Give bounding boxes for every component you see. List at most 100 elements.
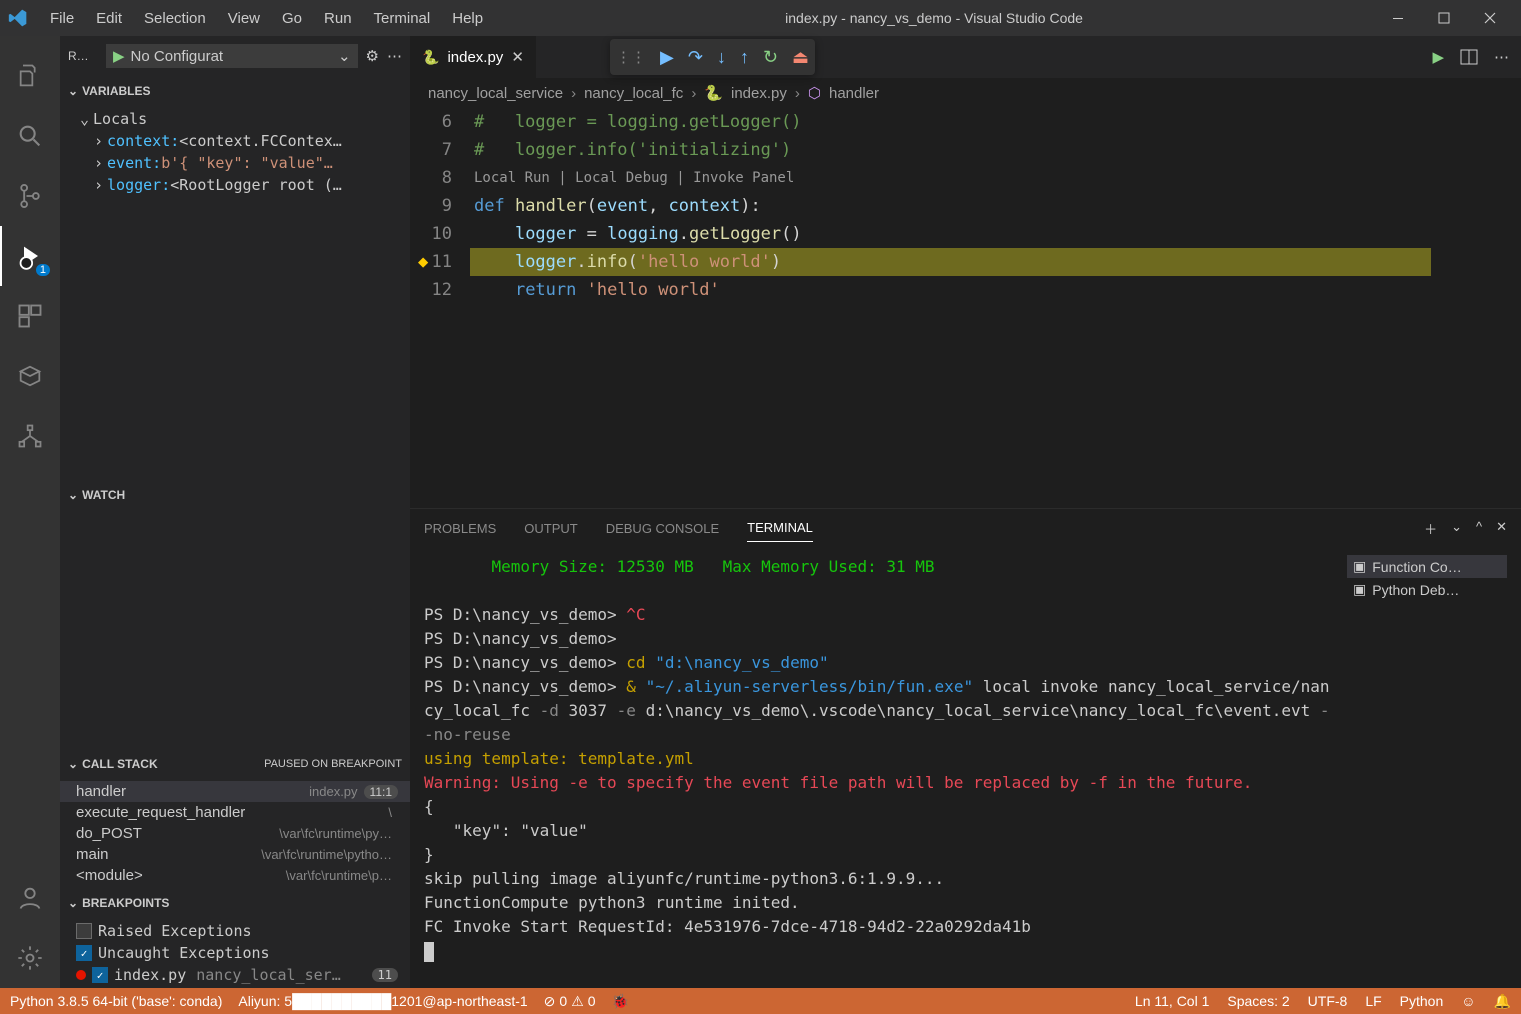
sb-problems[interactable]: ⊘0 ⚠0 <box>544 993 596 1010</box>
activity-search[interactable] <box>0 106 60 166</box>
breadcrumb-item[interactable]: nancy_local_fc <box>584 85 683 102</box>
activity-source-control[interactable] <box>0 166 60 226</box>
sb-eol[interactable]: LF <box>1365 993 1381 1010</box>
breadcrumb-item[interactable]: handler <box>829 85 879 102</box>
menu-edit[interactable]: Edit <box>86 6 132 31</box>
sb-encoding[interactable]: UTF-8 <box>1308 993 1348 1010</box>
gutter[interactable]: 6 7 8 9 10 ◆11 12 <box>410 108 470 508</box>
menu-help[interactable]: Help <box>442 6 493 31</box>
step-out-button[interactable]: ↑ <box>740 47 749 68</box>
var-val: b'{ "key": "value"… <box>161 154 333 172</box>
panel-tab-terminal[interactable]: TERMINAL <box>747 514 813 542</box>
menu-file[interactable]: File <box>40 6 84 31</box>
chevron-down-icon: ⌄ <box>80 110 89 128</box>
editor-tab[interactable]: 🐍 index.py ✕ <box>410 36 537 78</box>
callstack-title: CALL STACK <box>82 757 158 771</box>
close-button[interactable] <box>1467 0 1513 36</box>
debug-config-label: No Configurat <box>131 48 224 65</box>
activity-explorer[interactable] <box>0 46 60 106</box>
code-editor[interactable]: 6 7 8 9 10 ◆11 12 # logger = logging.get… <box>410 108 1521 508</box>
debug-config-select[interactable]: ▶ No Configurat ⌄ <box>106 44 358 68</box>
callstack-row[interactable]: <module>\var\fc\runtime\p… <box>60 865 410 886</box>
activity-serverless[interactable] <box>0 406 60 466</box>
callstack-header[interactable]: ⌄CALL STACKPAUSED ON BREAKPOINT <box>60 749 410 779</box>
callstack-row[interactable]: main\var\fc\runtime\pytho… <box>60 844 410 865</box>
locals-row[interactable]: ⌄Locals <box>60 108 410 130</box>
run-label: R… <box>68 49 98 63</box>
frame-loc: \var\fc\runtime\p… <box>286 868 392 883</box>
variable-row[interactable]: ›event: b'{ "key": "value"… <box>60 152 410 174</box>
gear-icon[interactable]: ⚙ <box>366 47 379 65</box>
breakpoints-header[interactable]: ⌄BREAKPOINTS <box>60 888 410 918</box>
panel-tab-problems[interactable]: PROBLEMS <box>424 515 496 542</box>
breadcrumb-item[interactable]: index.py <box>731 85 787 102</box>
maximize-button[interactable] <box>1421 0 1467 36</box>
terminal-side-item[interactable]: ▣Function Co… <box>1347 555 1507 578</box>
menu-go[interactable]: Go <box>272 6 312 31</box>
breadcrumbs[interactable]: nancy_local_service› nancy_local_fc› 🐍in… <box>410 78 1521 108</box>
callstack-row[interactable]: execute_request_handler\ <box>60 802 410 823</box>
breakpoint-row[interactable]: ✓Uncaught Exceptions <box>60 942 410 964</box>
sb-aliyun[interactable]: Aliyun: 5██████████1201@ap-northeast-1 <box>238 993 527 1009</box>
more-actions-button[interactable]: ⋯ <box>1494 48 1509 66</box>
activity-run-debug[interactable]: 1 <box>0 226 60 286</box>
activity-account[interactable] <box>0 868 60 928</box>
sb-bell-icon[interactable]: 🔔 <box>1494 993 1511 1010</box>
breakpoint-row[interactable]: ✓index.pynancy_local_ser…11 <box>60 964 410 986</box>
continue-button[interactable]: ▶ <box>660 47 674 68</box>
maximize-panel-button[interactable]: ^ <box>1476 519 1482 538</box>
menu-terminal[interactable]: Terminal <box>364 6 441 31</box>
menu-view[interactable]: View <box>218 6 270 31</box>
panel-tab-output[interactable]: OUTPUT <box>524 515 577 542</box>
panel-tab-debug-console[interactable]: DEBUG CONSOLE <box>606 515 719 542</box>
terminal[interactable]: Memory Size: 12530 MB Max Memory Used: 3… <box>410 547 1521 988</box>
sb-language[interactable]: Python <box>1400 993 1444 1010</box>
frame-fn: do_POST <box>76 825 142 842</box>
new-terminal-button[interactable]: ＋ <box>1424 519 1437 538</box>
activity-settings[interactable] <box>0 928 60 988</box>
step-into-button[interactable]: ↓ <box>717 47 726 68</box>
sb-indent[interactable]: Spaces: 2 <box>1227 993 1289 1010</box>
minimize-button[interactable] <box>1375 0 1421 36</box>
watch-header[interactable]: ⌄WATCH <box>60 480 410 510</box>
minimap[interactable] <box>1431 108 1521 508</box>
breadcrumb-item[interactable]: nancy_local_service <box>428 85 563 102</box>
callstack-row[interactable]: do_POST\var\fc\runtime\py… <box>60 823 410 844</box>
terminal-side-item[interactable]: ▣Python Deb… <box>1347 578 1507 601</box>
step-over-button[interactable]: ↷ <box>688 47 703 68</box>
sb-cursor[interactable]: Ln 11, Col 1 <box>1135 993 1209 1010</box>
menu-selection[interactable]: Selection <box>134 6 216 31</box>
callstack-row[interactable]: handlerindex.py11:1 <box>60 781 410 802</box>
breakpoint-row[interactable]: Raised Exceptions <box>60 920 410 942</box>
bp-sub: nancy_local_ser… <box>196 966 365 984</box>
split-editor-button[interactable] <box>1460 48 1478 66</box>
checkbox[interactable]: ✓ <box>92 967 108 983</box>
run-button[interactable]: ▶ <box>1432 48 1444 66</box>
close-tab-icon[interactable]: ✕ <box>511 48 524 66</box>
checkbox[interactable] <box>76 923 92 939</box>
activity-extensions[interactable] <box>0 286 60 346</box>
variable-row[interactable]: ›logger: <RootLogger root (… <box>60 174 410 196</box>
sb-python[interactable]: Python 3.8.5 64-bit ('base': conda) <box>10 993 222 1009</box>
chevron-down-icon[interactable]: ⌄ <box>1451 519 1462 538</box>
status-bar: Python 3.8.5 64-bit ('base': conda) Aliy… <box>0 988 1521 1014</box>
sb-feedback-icon[interactable]: ☺ <box>1461 993 1475 1010</box>
grip-icon[interactable]: ⋮⋮ <box>616 48 646 66</box>
window-controls <box>1375 0 1513 36</box>
var-name: logger: <box>107 176 170 194</box>
variable-row[interactable]: ›context: <context.FCContex… <box>60 130 410 152</box>
watch-title: WATCH <box>82 488 125 502</box>
more-icon[interactable]: ⋯ <box>387 47 402 65</box>
tab-title: index.py <box>447 49 503 66</box>
menu-run[interactable]: Run <box>314 6 362 31</box>
checkbox[interactable]: ✓ <box>76 945 92 961</box>
disconnect-button[interactable]: ⏏ <box>792 47 809 68</box>
sb-debug-icon[interactable]: 🐞 <box>612 993 629 1010</box>
debug-toolbar[interactable]: ⋮⋮ ▶ ↷ ↓ ↑ ↻ ⏏ <box>610 39 815 75</box>
activity-aliyun[interactable] <box>0 346 60 406</box>
code-text: def handler(event, context): <box>470 192 1521 220</box>
variables-header[interactable]: ⌄VARIABLES <box>60 76 410 106</box>
restart-button[interactable]: ↻ <box>763 47 778 68</box>
codelens[interactable]: Local Run | Local Debug | Invoke Panel <box>470 164 1521 192</box>
close-panel-button[interactable]: ✕ <box>1496 519 1507 538</box>
